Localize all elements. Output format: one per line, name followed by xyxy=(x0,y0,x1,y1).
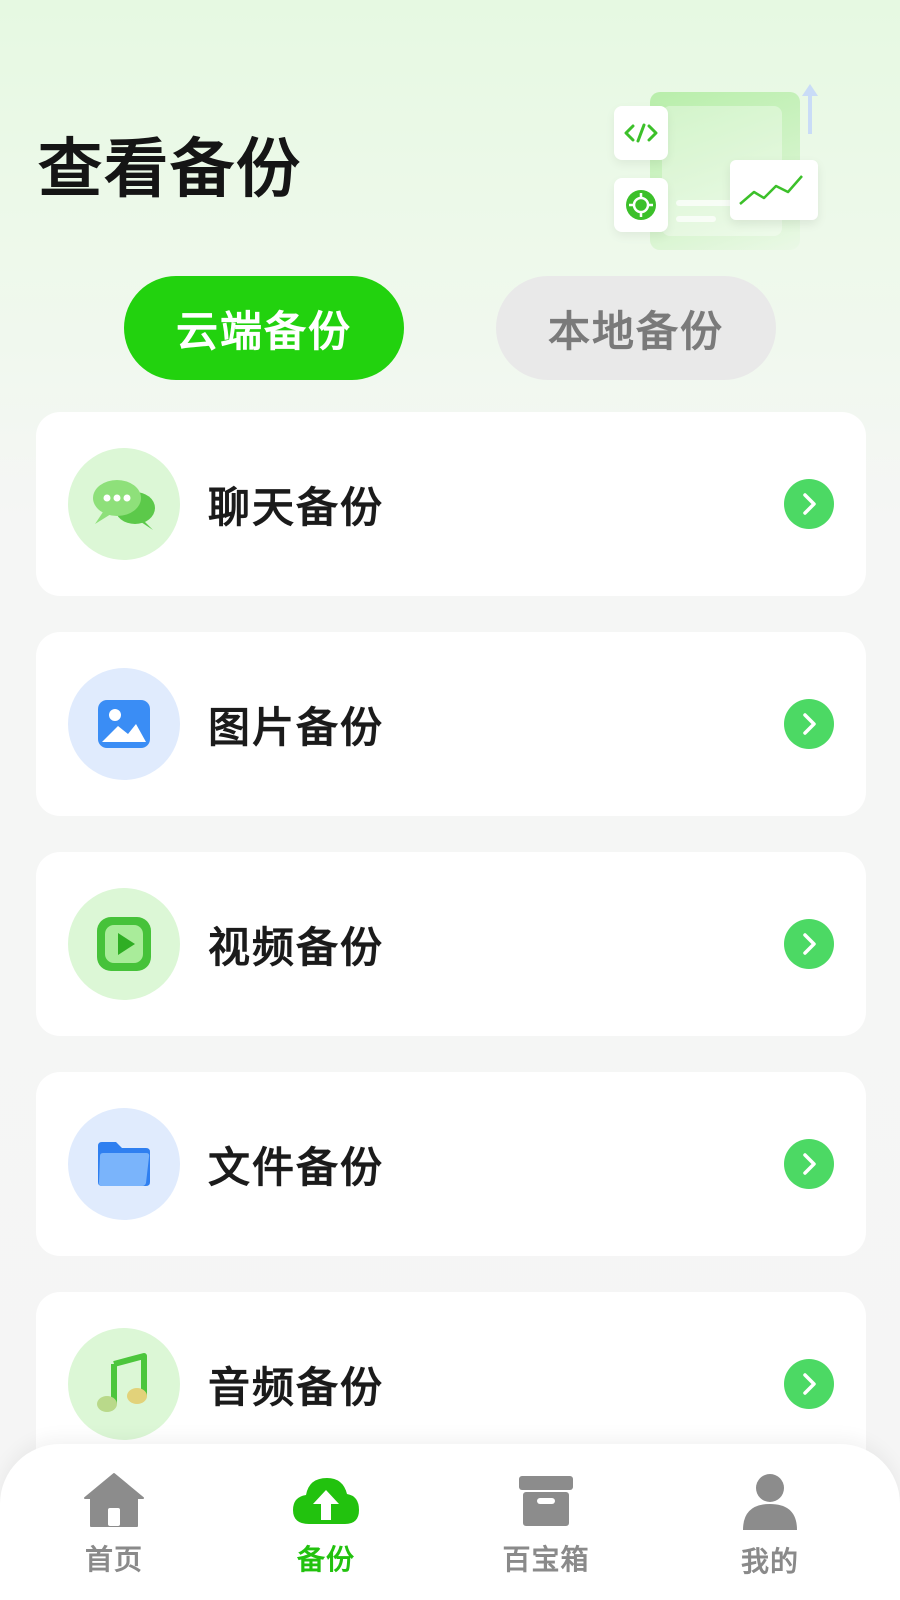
chevron-right-icon[interactable] xyxy=(784,1359,834,1409)
image-icon xyxy=(68,668,180,780)
backup-item-label: 音频备份 xyxy=(208,1362,385,1412)
arrow-up-icon xyxy=(802,84,818,134)
backup-item-image[interactable]: 图片备份 xyxy=(36,632,866,816)
nav-label: 备份 xyxy=(296,1543,355,1576)
tab-local-backup[interactable]: 本地备份 xyxy=(496,276,776,380)
tab-cloud-backup[interactable]: 云端备份 xyxy=(124,276,404,380)
user-icon xyxy=(743,1474,797,1530)
backup-item-file[interactable]: 文件备份 xyxy=(36,1072,866,1256)
music-note-icon xyxy=(68,1328,180,1440)
backup-item-label: 图片备份 xyxy=(208,702,385,752)
chevron-right-icon[interactable] xyxy=(784,479,834,529)
nav-label: 我的 xyxy=(740,1545,799,1578)
home-icon xyxy=(84,1473,144,1527)
nav-item-backup[interactable]: 备份 xyxy=(246,1472,406,1582)
backup-item-chat[interactable]: 聊天备份 xyxy=(36,412,866,596)
nav-item-mine[interactable]: 我的 xyxy=(690,1472,850,1582)
chevron-right-icon[interactable] xyxy=(784,919,834,969)
nav-item-home[interactable]: 首页 xyxy=(34,1472,194,1582)
backup-item-label: 文件备份 xyxy=(208,1142,385,1192)
backup-item-label: 聊天备份 xyxy=(208,482,385,532)
box-icon xyxy=(519,1476,573,1526)
backup-item-video[interactable]: 视频备份 xyxy=(36,852,866,1036)
chevron-right-icon[interactable] xyxy=(784,1139,834,1189)
video-play-icon xyxy=(68,888,180,1000)
nav-label: 首页 xyxy=(84,1543,143,1576)
nav-label: 百宝箱 xyxy=(502,1543,590,1576)
chevron-right-icon[interactable] xyxy=(784,699,834,749)
target-icon xyxy=(614,178,668,232)
cloud-upload-icon xyxy=(293,1478,359,1524)
header-illustration xyxy=(610,70,860,270)
trend-chart-icon xyxy=(730,160,818,220)
bottom-nav: 首页 备份 百宝箱 我的 xyxy=(0,1444,900,1600)
chat-bubbles-icon xyxy=(68,448,180,560)
nav-item-toolbox[interactable]: 百宝箱 xyxy=(466,1472,626,1582)
folder-icon xyxy=(68,1108,180,1220)
code-icon xyxy=(614,106,668,160)
backup-item-label: 视频备份 xyxy=(208,922,385,972)
page-title: 查看备份 xyxy=(38,133,302,207)
